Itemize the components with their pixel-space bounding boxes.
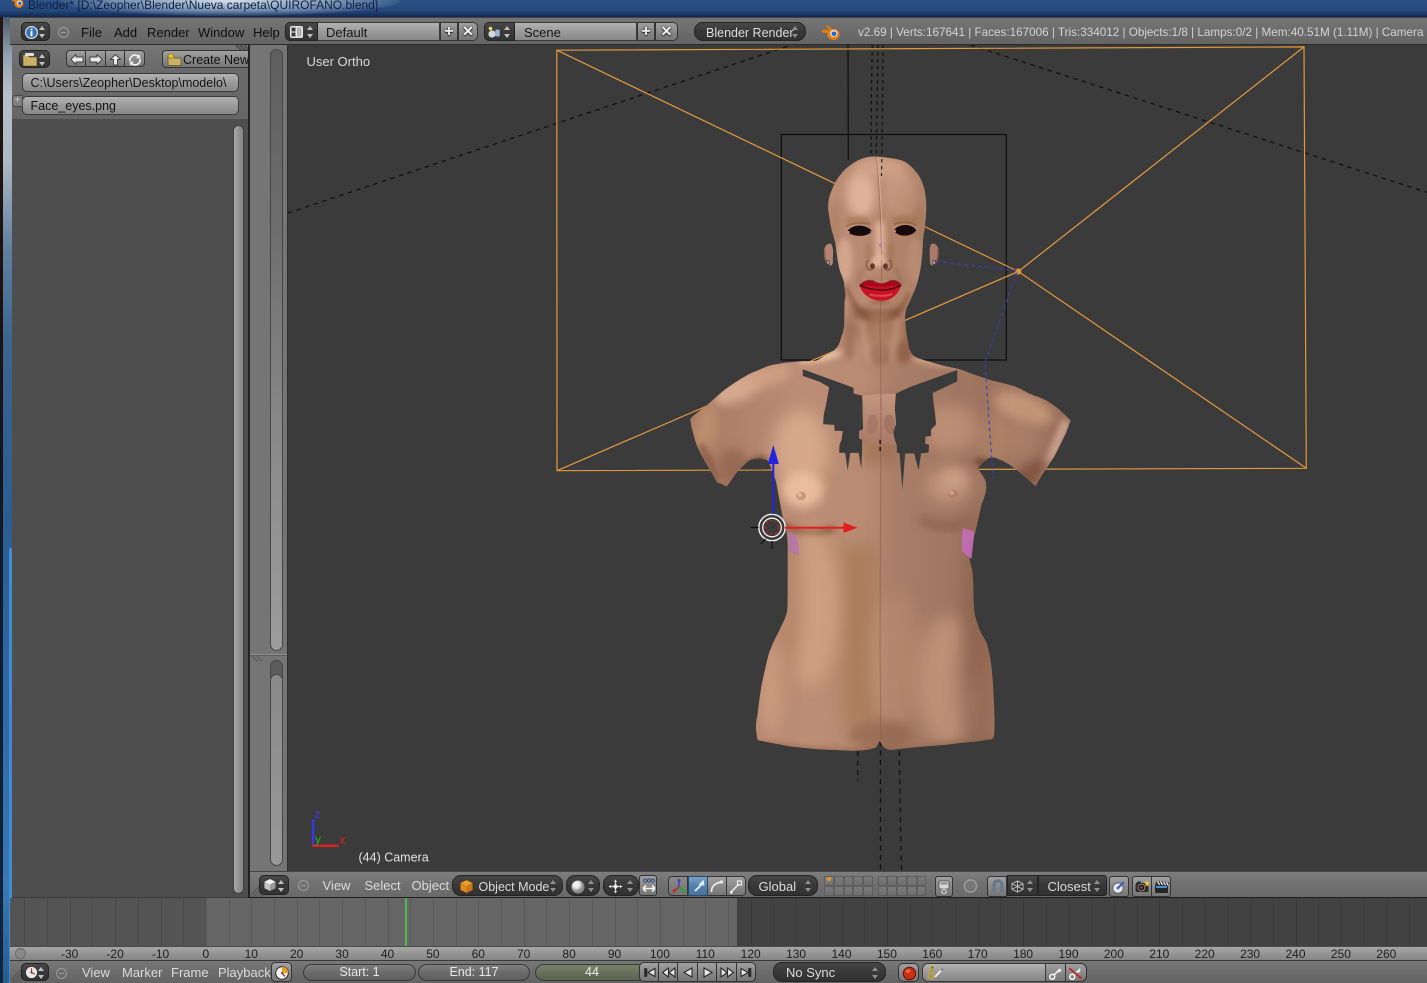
svg-text:User Ortho: User Ortho — [306, 54, 370, 69]
svg-text:(44) Camera: (44) Camera — [358, 851, 428, 865]
svg-text:z: z — [314, 807, 320, 821]
svg-text:y: y — [315, 832, 321, 846]
svg-text:x: x — [339, 833, 345, 847]
